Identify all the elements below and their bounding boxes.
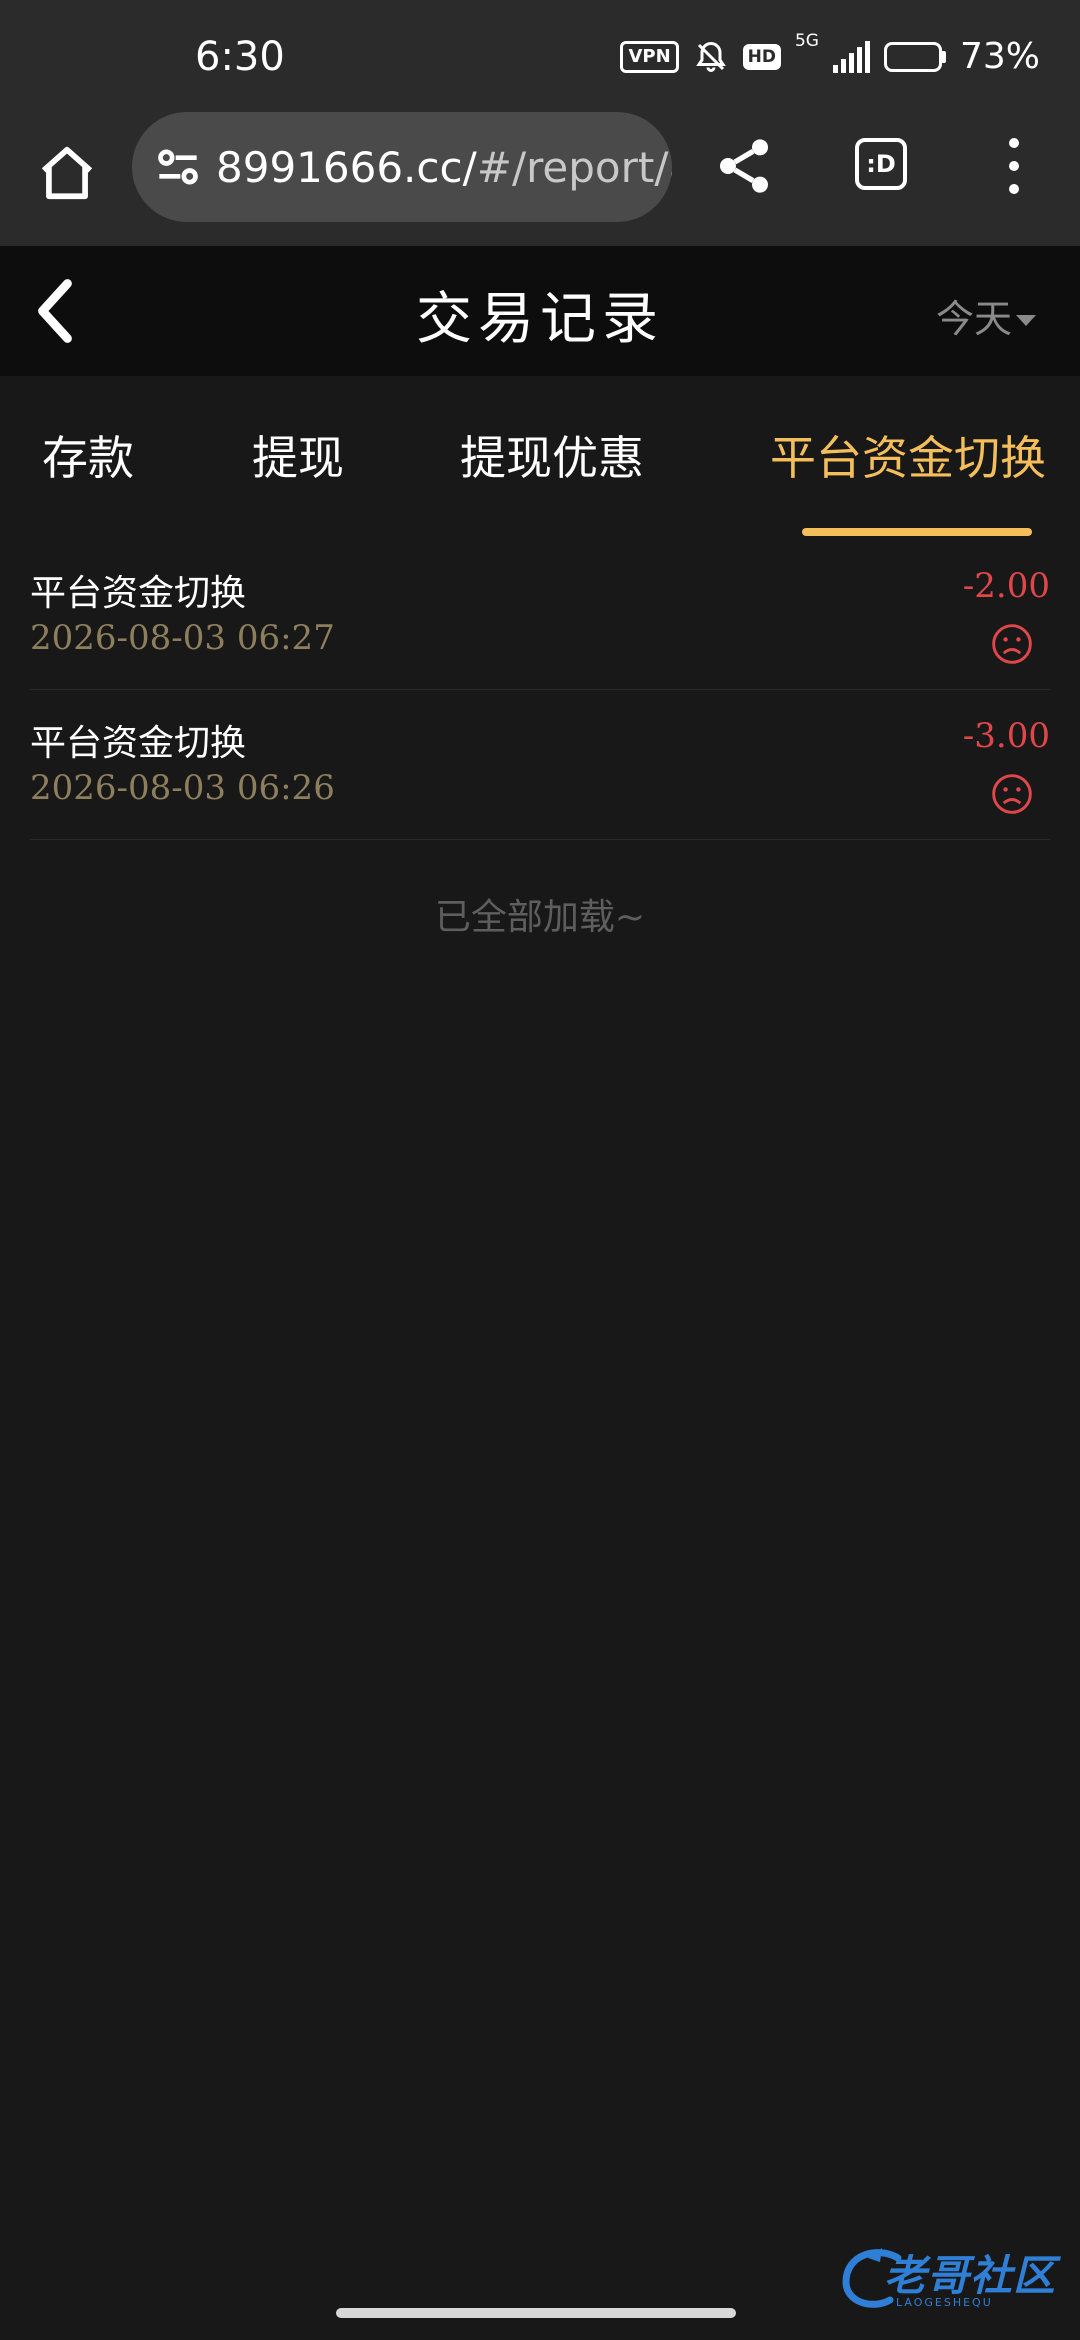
all-loaded-text: 已全部加载~ [434, 897, 646, 938]
tab-deposit[interactable]: 存款 [42, 422, 134, 488]
bell-off-icon [695, 41, 726, 72]
transaction-list: 平台资金切换 2026-08-03 06:27 -2.00 平台资金切换 202… [30, 540, 1050, 840]
site-settings-icon[interactable] [150, 139, 206, 195]
date-filter-dropdown[interactable]: 今天 [936, 288, 1036, 343]
app-header: 交易记录 今天 [0, 246, 1080, 376]
list-item[interactable]: 平台资金切换 2026-08-03 06:26 -3.00 [30, 690, 1050, 840]
address-bar[interactable]: 8991666.cc/#/report/a [132, 112, 672, 222]
browser-toolbar: 8991666.cc/#/report/a :D [0, 110, 1080, 246]
home-icon[interactable] [36, 142, 98, 204]
watermark-subtext: LAOGESHEQU [896, 2296, 993, 2309]
active-tab-indicator [802, 528, 1032, 536]
more-vert-icon[interactable] [1000, 138, 1028, 194]
tab-platform-transfer[interactable]: 平台资金切换 [770, 422, 1046, 488]
watermark-logo: 老哥社区 LAOGESHEQU [838, 2238, 1070, 2318]
app-page: 6:30 VPN HD 5G 73% 8991666.cc/#/report/ … [0, 0, 1080, 2340]
page-title: 交易记录 [416, 287, 664, 352]
record-type-tabs: 存款 提现 提现优惠 平台资金切换 [0, 376, 1080, 536]
url-host: 8991666.cc/ [216, 142, 477, 192]
status-time: 6:30 [195, 34, 285, 80]
tab-withdraw[interactable]: 提现 [252, 422, 344, 488]
record-date: 2026-08-03 06:27 [30, 618, 335, 658]
sad-face-icon [992, 774, 1032, 814]
signal-icon [832, 40, 870, 73]
share-icon[interactable] [712, 134, 776, 198]
battery-icon [883, 41, 946, 72]
battery-percent: 73% [959, 36, 1040, 77]
sad-face-icon [992, 624, 1032, 664]
watermark-text: 老哥社区 [884, 2251, 1057, 2300]
url-text: 8991666.cc/#/report/a [216, 143, 672, 192]
caret-down-icon [1016, 315, 1036, 326]
record-type: 平台资金切换 [30, 573, 247, 614]
status-bar: 6:30 VPN HD 5G 73% [0, 0, 1080, 110]
hd-icon: HD [742, 43, 781, 70]
gesture-home-bar[interactable] [336, 2308, 736, 2318]
date-filter-label: 今天 [935, 297, 1012, 341]
url-path: #/report/a [476, 142, 672, 192]
record-amount: -3.00 [962, 716, 1050, 756]
status-icons: VPN HD 5G 73% [620, 32, 1040, 77]
vpn-icon: VPN [620, 40, 679, 73]
tab-switcher-icon[interactable]: :D [855, 138, 907, 190]
record-date: 2026-08-03 06:26 [30, 768, 335, 808]
record-type: 平台资金切换 [30, 723, 247, 764]
record-amount: -2.00 [962, 566, 1050, 606]
list-item[interactable]: 平台资金切换 2026-08-03 06:27 -2.00 [30, 540, 1050, 690]
network-type: 5G [794, 31, 819, 51]
tab-withdraw-bonus[interactable]: 提现优惠 [460, 422, 644, 488]
